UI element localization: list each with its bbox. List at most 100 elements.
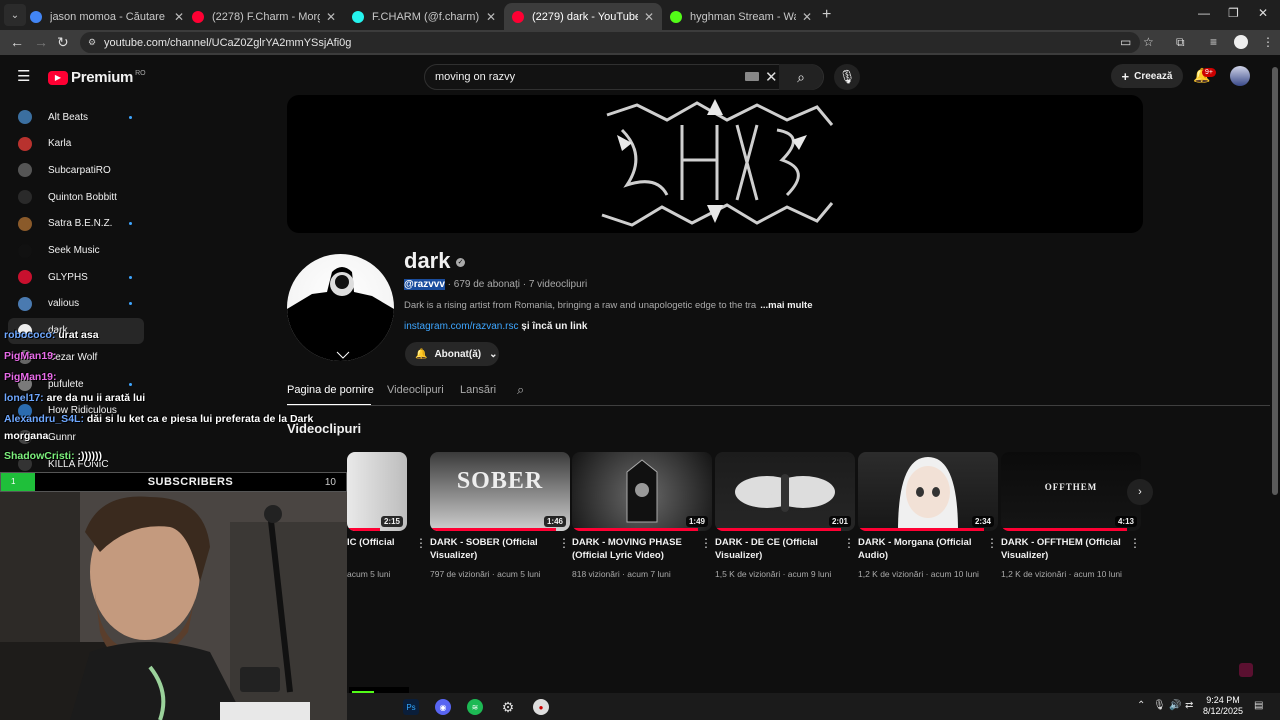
tab-2[interactable]: F.CHARM (@f.charm) | TikTok ✕ bbox=[344, 3, 504, 30]
reading-list-icon[interactable]: ≡ bbox=[1210, 35, 1217, 49]
channel-avatar-icon bbox=[18, 136, 32, 151]
tab-videos[interactable]: Videoclipuri bbox=[387, 384, 444, 396]
close-tab-icon[interactable]: ✕ bbox=[486, 10, 496, 24]
tab-title: jason momoa - Căutare Google bbox=[50, 10, 168, 23]
plus-icon: + bbox=[1121, 68, 1130, 84]
subscribed-label: Abonat(ă) bbox=[434, 348, 482, 360]
video-menu-icon[interactable]: ⋮ bbox=[843, 536, 855, 550]
video-title[interactable]: DARK - DE CE (Official Visualizer) bbox=[715, 536, 835, 562]
sidebar-item[interactable]: valious bbox=[8, 291, 144, 317]
sidebar-item[interactable]: Satra B.E.N.Z. bbox=[8, 211, 144, 237]
page-scrollbar[interactable] bbox=[1270, 55, 1280, 693]
video-thumbnail[interactable]: 2:15 bbox=[347, 452, 407, 531]
tab-3[interactable]: (2279) dark - YouTube ✕ bbox=[504, 3, 662, 30]
account-avatar[interactable] bbox=[1230, 66, 1250, 86]
video-menu-icon[interactable]: ⋮ bbox=[1129, 536, 1141, 550]
new-tab-button[interactable]: + bbox=[822, 6, 831, 24]
shelf-next-arrow-icon[interactable]: › bbox=[1127, 479, 1153, 505]
voice-search-icon[interactable]: 🎙 bbox=[834, 64, 860, 90]
obs-icon[interactable]: ● bbox=[533, 699, 549, 715]
close-window-button[interactable]: ✕ bbox=[1258, 6, 1268, 20]
sidebar-item-label: Satra B.E.N.Z. bbox=[48, 218, 113, 230]
video-title[interactable]: DARK - SOBER (Official Visualizer) bbox=[430, 536, 550, 562]
floating-extension-icon[interactable] bbox=[1239, 663, 1253, 677]
tab-4[interactable]: hyghman Stream - Watch Live ✕ bbox=[662, 3, 820, 30]
watch-progress bbox=[347, 528, 380, 531]
scrollbar-thumb[interactable] bbox=[1272, 67, 1278, 495]
create-button[interactable]: + Creează bbox=[1111, 64, 1183, 88]
subscribed-button[interactable]: 🔔 Abonat(ă) ⌄ bbox=[405, 342, 499, 366]
video-title[interactable]: DARK - Morgana (Official Audio) bbox=[858, 536, 978, 562]
close-tab-icon[interactable]: ✕ bbox=[802, 10, 812, 24]
instagram-link[interactable]: instagram.com/razvan.rsc bbox=[404, 321, 518, 332]
extensions-icon[interactable]: ⧉ bbox=[1176, 35, 1185, 50]
video-thumbnail[interactable]: 1:49 bbox=[572, 452, 712, 531]
tab-releases[interactable]: Lansări bbox=[460, 384, 496, 396]
sidebar-item[interactable]: Alt Beats bbox=[8, 104, 144, 130]
minimize-button[interactable]: — bbox=[1198, 6, 1210, 20]
video-title[interactable]: DARK - OFFTHEM (Official Visualizer) bbox=[1001, 536, 1121, 562]
forward-icon[interactable]: → bbox=[34, 34, 48, 50]
video-thumbnail[interactable]: 2:01 bbox=[715, 452, 855, 531]
video-thumbnail[interactable]: OFFTHEM 4:13 bbox=[1001, 452, 1141, 531]
video-thumbnail[interactable]: 2:34 bbox=[858, 452, 998, 531]
sidebar-item[interactable]: Seek Music bbox=[8, 238, 144, 264]
video-menu-icon[interactable]: ⋮ bbox=[558, 536, 570, 550]
tray-overflow-icon[interactable]: ⌃ bbox=[1137, 700, 1145, 711]
tab-0[interactable]: jason momoa - Căutare Google ✕ bbox=[22, 3, 192, 30]
more-links-button[interactable]: și încă un link bbox=[521, 321, 587, 332]
notifications-badge: 9+ bbox=[1202, 68, 1216, 77]
cast-icon[interactable]: ▭ bbox=[1120, 35, 1131, 49]
sidebar-item-label: GLYPHS bbox=[48, 271, 88, 283]
bookmark-star-icon[interactable]: ☆ bbox=[1143, 35, 1154, 49]
photoshop-icon[interactable]: Ps bbox=[403, 699, 419, 715]
sidebar-item[interactable]: Quinton Bobbitt bbox=[8, 184, 144, 210]
search-button[interactable]: ⌕ bbox=[779, 64, 823, 90]
url-field[interactable]: ⚙ youtube.com/channel/UCaZ0ZglrYA2mmYSsj… bbox=[80, 32, 1140, 53]
profile-icon[interactable] bbox=[1234, 35, 1248, 49]
tab-1[interactable]: (2278) F.Charm - Morgana (Vid ✕ bbox=[184, 3, 344, 30]
volume-icon[interactable]: 🔊 bbox=[1169, 700, 1181, 711]
video-duration: 1:46 bbox=[543, 516, 566, 527]
keyboard-icon[interactable] bbox=[745, 72, 759, 81]
chat-message: Alexandru_S4L: dăi si lu ket ca e piesa … bbox=[4, 413, 313, 425]
search-input[interactable]: moving on razvy bbox=[435, 71, 515, 83]
video-menu-icon[interactable]: ⋮ bbox=[986, 536, 998, 550]
close-tab-icon[interactable]: ✕ bbox=[326, 10, 336, 24]
youtube-logo[interactable]: ▶ Premium RO bbox=[48, 69, 146, 86]
channel-search-icon[interactable]: ⌕ bbox=[517, 382, 524, 398]
reload-icon[interactable]: ↻ bbox=[57, 34, 69, 51]
video-title[interactable]: DARK - MOVING PHASE (Official Lyric Vide… bbox=[572, 536, 692, 562]
microphone-tray-icon[interactable]: 🎙 bbox=[1153, 700, 1166, 711]
back-icon[interactable]: ← bbox=[10, 34, 24, 50]
tab-home[interactable]: Pagina de pornire bbox=[287, 384, 374, 396]
spotify-icon[interactable]: ≋ bbox=[467, 699, 483, 715]
clock[interactable]: 9:24 PM 8/12/2025 bbox=[1203, 695, 1243, 717]
close-tab-icon[interactable]: ✕ bbox=[174, 10, 184, 24]
video-meta: 797 de vizionări · acum 5 luni bbox=[430, 569, 541, 579]
more-link[interactable]: ...mai multe bbox=[760, 300, 812, 311]
sidebar-item[interactable]: GLYPHS bbox=[8, 264, 144, 290]
chat-username: lonel17: bbox=[4, 392, 44, 404]
discord-icon[interactable]: ◉ bbox=[435, 699, 451, 715]
search-box[interactable]: moving on razvy ✕ ⌕ bbox=[424, 64, 824, 90]
chat-username: PigMan19: bbox=[4, 350, 57, 362]
restore-button[interactable]: ❐ bbox=[1228, 6, 1239, 20]
hamburger-menu-icon[interactable]: ☰ bbox=[17, 67, 30, 85]
close-tab-icon[interactable]: ✕ bbox=[644, 10, 654, 24]
settings-gear-icon[interactable]: ⚙ bbox=[500, 699, 516, 715]
network-icon[interactable]: ⇄ bbox=[1185, 700, 1193, 711]
video-menu-icon[interactable]: ⋮ bbox=[415, 536, 427, 550]
channel-description[interactable]: Dark is a rising artist from Romania, br… bbox=[404, 300, 812, 311]
sidebar-item[interactable]: SubcarpatiRO bbox=[8, 157, 144, 183]
channel-meta: @razvvv · 679 de abonați · 7 videoclipur… bbox=[404, 279, 587, 290]
site-info-icon[interactable]: ⚙ bbox=[88, 37, 96, 48]
browser-menu-icon[interactable]: ⋮ bbox=[1262, 35, 1274, 49]
video-menu-icon[interactable]: ⋮ bbox=[700, 536, 712, 550]
watch-progress bbox=[430, 528, 556, 531]
chat-text: dăi si lu ket ca e piesa lui preferata d… bbox=[86, 413, 314, 425]
notifications-center-icon[interactable]: ▤ bbox=[1254, 700, 1263, 711]
clear-search-icon[interactable]: ✕ bbox=[765, 68, 778, 86]
sidebar-item[interactable]: Karla bbox=[8, 131, 144, 157]
video-thumbnail[interactable]: SOBER 1:46 bbox=[430, 452, 570, 531]
